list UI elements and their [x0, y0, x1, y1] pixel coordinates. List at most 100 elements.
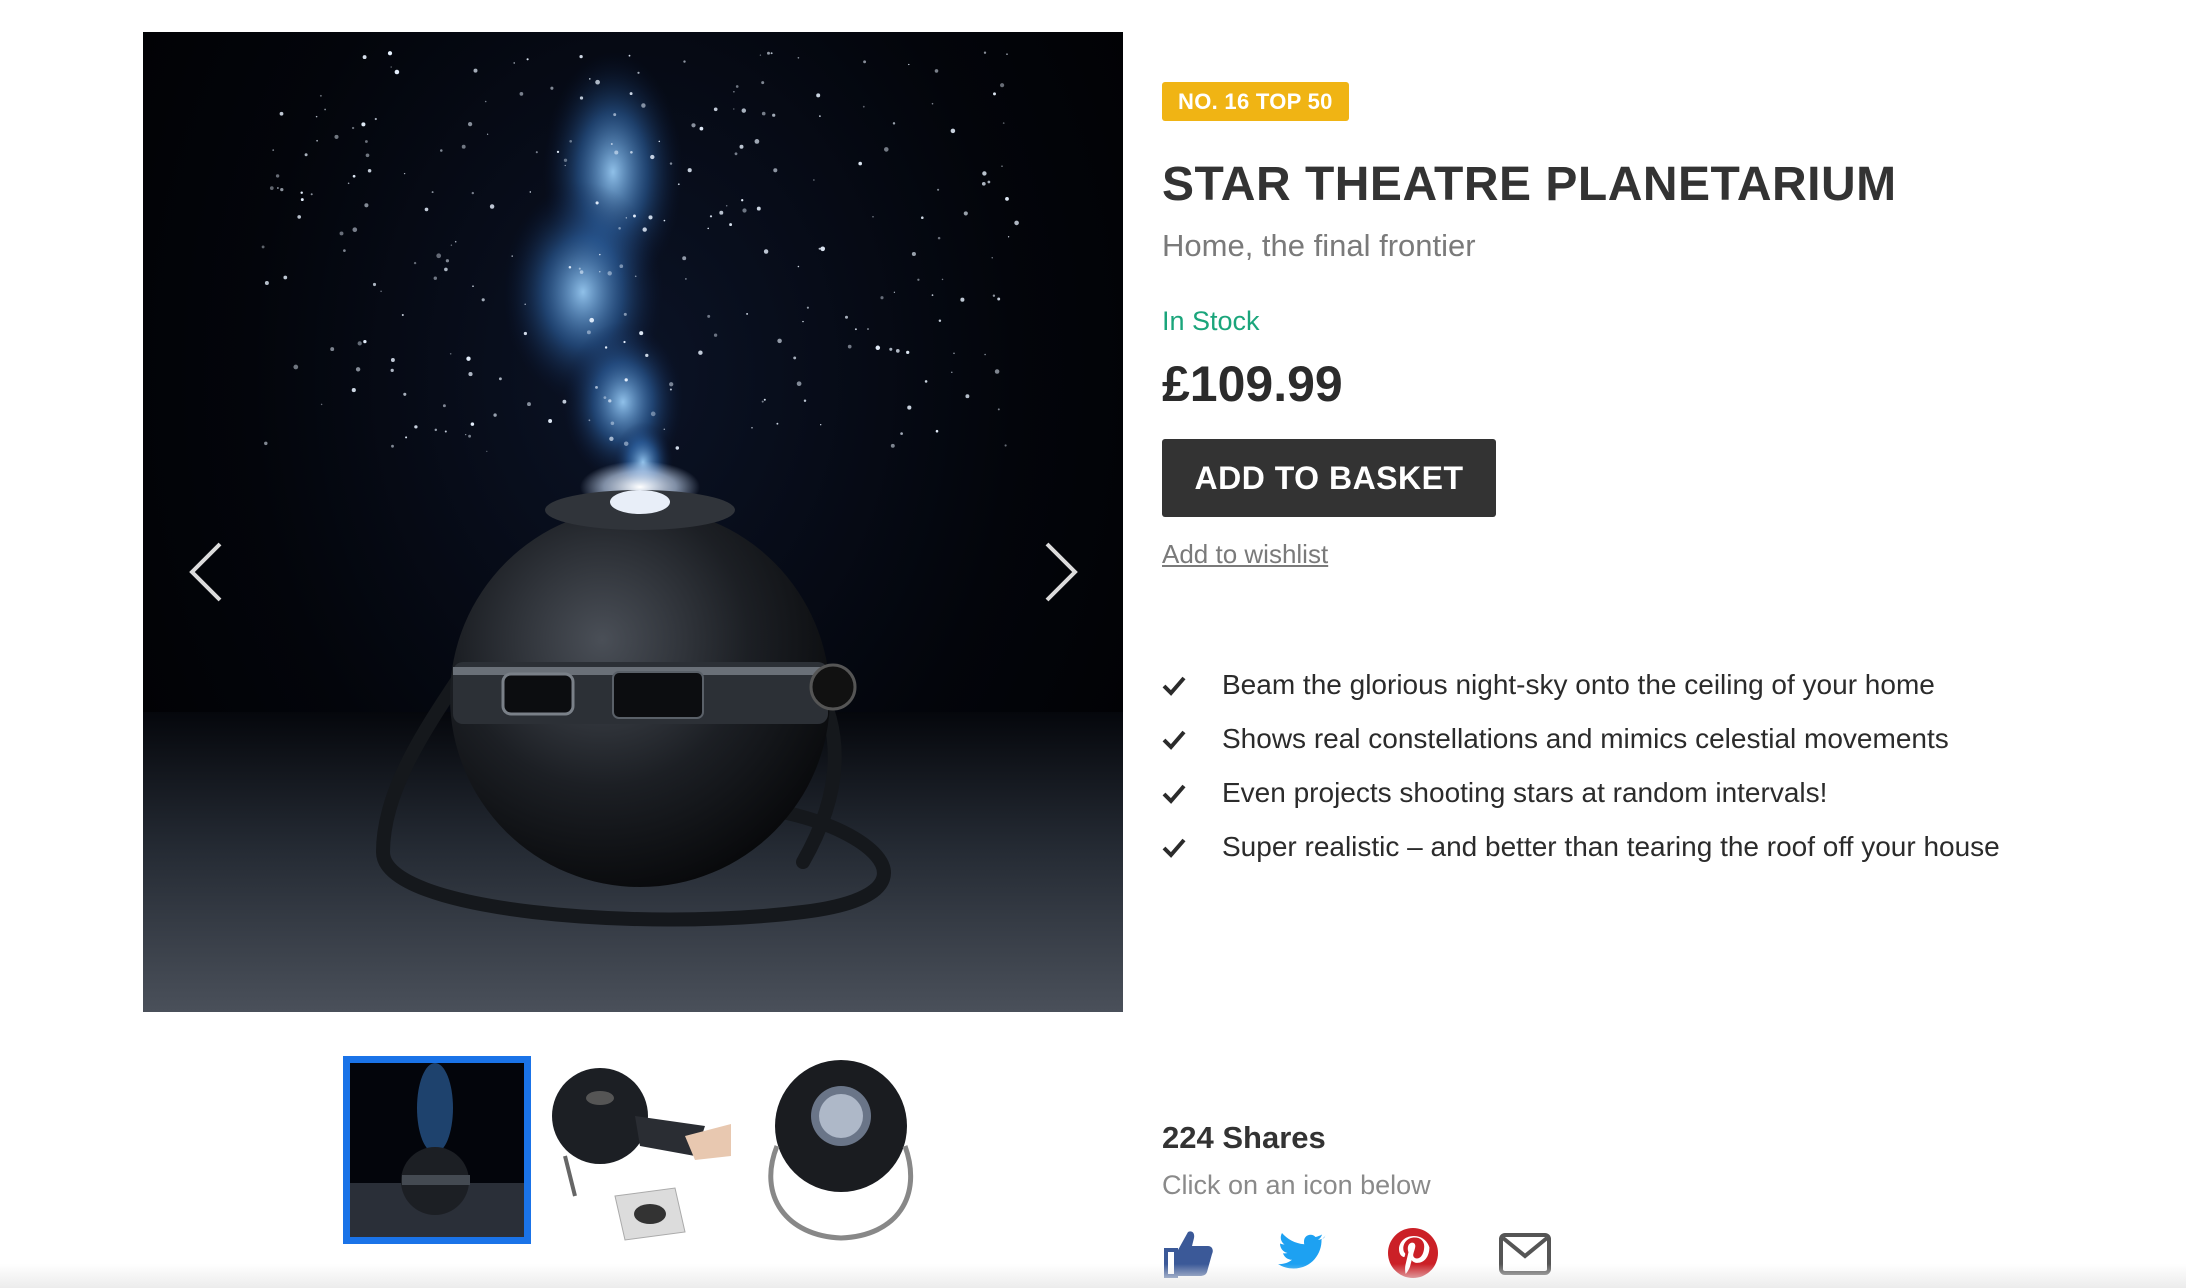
star-dot — [434, 428, 438, 432]
star-dot — [272, 149, 275, 151]
product-page: NO. 16 TOP 50 STAR THEATRE PLANETARIUM H… — [0, 0, 2186, 1288]
star-dot — [569, 140, 572, 143]
carousel-next-button[interactable] — [1036, 537, 1086, 607]
star-dot — [992, 294, 996, 297]
star-dot — [442, 404, 446, 408]
star-dot — [374, 117, 377, 121]
star-dot — [1000, 83, 1005, 88]
thumbnail-image — [545, 1056, 733, 1244]
star-dot — [854, 328, 857, 331]
star-dot — [633, 214, 636, 218]
stock-status: In Stock — [1162, 306, 1260, 336]
thumbnail-2[interactable] — [545, 1056, 733, 1244]
product-price: £109.99 — [1162, 356, 1343, 412]
star-dot — [907, 405, 912, 410]
star-dot — [741, 108, 747, 113]
star-dot — [450, 244, 453, 246]
star-dot — [365, 153, 370, 158]
star-dot — [924, 380, 928, 383]
thumbnail-3[interactable] — [747, 1056, 935, 1244]
star-dot — [468, 434, 471, 438]
star-dot — [466, 356, 471, 361]
star-dot — [586, 330, 591, 335]
star-dot — [367, 169, 372, 173]
star-dot — [773, 168, 778, 173]
feature-item: Super realistic – and better than tearin… — [1162, 820, 2082, 874]
star-dot — [629, 92, 633, 96]
star-dot — [297, 215, 302, 219]
star-dot — [364, 203, 369, 208]
star-dot — [364, 140, 368, 143]
star-dot — [895, 349, 900, 353]
star-dot — [1006, 53, 1008, 55]
star-dot — [610, 421, 615, 426]
star-dot — [796, 381, 802, 387]
star-dot — [413, 261, 417, 265]
star-dot — [761, 111, 766, 116]
star-dot — [355, 367, 361, 372]
star-dot — [797, 265, 800, 268]
star-dot — [816, 93, 821, 98]
star-dot — [436, 253, 442, 259]
star-dot — [275, 174, 280, 178]
star-dot — [669, 388, 672, 391]
star-dot — [608, 399, 612, 403]
star-dot — [465, 433, 467, 436]
star-dot — [658, 140, 661, 143]
star-dot — [589, 78, 591, 80]
star-dot — [934, 69, 939, 73]
star-dot — [818, 247, 821, 250]
star-dot — [401, 313, 404, 317]
star-dot — [467, 121, 473, 127]
checkmark-icon — [1162, 676, 1186, 696]
star-dot — [564, 164, 566, 167]
star-dot — [519, 92, 524, 96]
product-subtitle: Home, the final frontier — [1162, 228, 1476, 263]
star-dot — [603, 396, 607, 399]
add-to-wishlist-link[interactable]: Add to wishlist — [1162, 539, 1328, 570]
star-dot — [683, 60, 686, 63]
star-dot — [361, 122, 366, 127]
star-dot — [763, 249, 769, 254]
star-dot — [324, 108, 326, 111]
star-dot — [908, 63, 910, 66]
star-dot — [741, 199, 744, 202]
star-dot — [997, 408, 1000, 411]
add-to-basket-button[interactable]: ADD TO BASKET — [1162, 439, 1496, 517]
star-dot — [739, 144, 744, 149]
star-dot — [405, 436, 408, 439]
star-dot — [433, 276, 437, 280]
star-dot — [523, 331, 528, 336]
star-dot — [269, 186, 274, 190]
star-dot — [756, 206, 761, 211]
star-dot — [650, 154, 655, 160]
star-dot — [380, 290, 382, 293]
star-dot — [813, 179, 815, 181]
star-dot — [614, 150, 619, 155]
star-dot — [343, 249, 346, 252]
star-dot — [719, 210, 724, 215]
star-dot — [468, 372, 473, 377]
star-dot — [761, 81, 765, 85]
star-dot — [339, 231, 344, 236]
star-dot — [1007, 236, 1010, 238]
feature-item: Even projects shooting stars at random i… — [1162, 766, 2082, 820]
star-dot — [935, 429, 939, 433]
star-dot — [484, 100, 487, 103]
star-dot — [390, 66, 392, 68]
star-dot — [847, 344, 852, 349]
star-dot — [867, 328, 869, 330]
star-dot — [310, 193, 313, 196]
checkmark-icon — [1162, 784, 1186, 804]
carousel-prev-button[interactable] — [181, 537, 231, 607]
star-dot — [637, 71, 640, 74]
star-dot — [709, 215, 713, 218]
rank-badge: NO. 16 TOP 50 — [1162, 82, 1349, 121]
star-dot — [316, 139, 318, 142]
feature-text: Even projects shooting stars at random i… — [1222, 777, 1828, 808]
thumbnail-1[interactable] — [343, 1056, 531, 1244]
star-dot — [599, 271, 601, 273]
star-dot — [884, 147, 889, 152]
product-title: STAR THEATRE PLANETARIUM — [1162, 158, 1897, 211]
star-dot — [981, 181, 986, 186]
